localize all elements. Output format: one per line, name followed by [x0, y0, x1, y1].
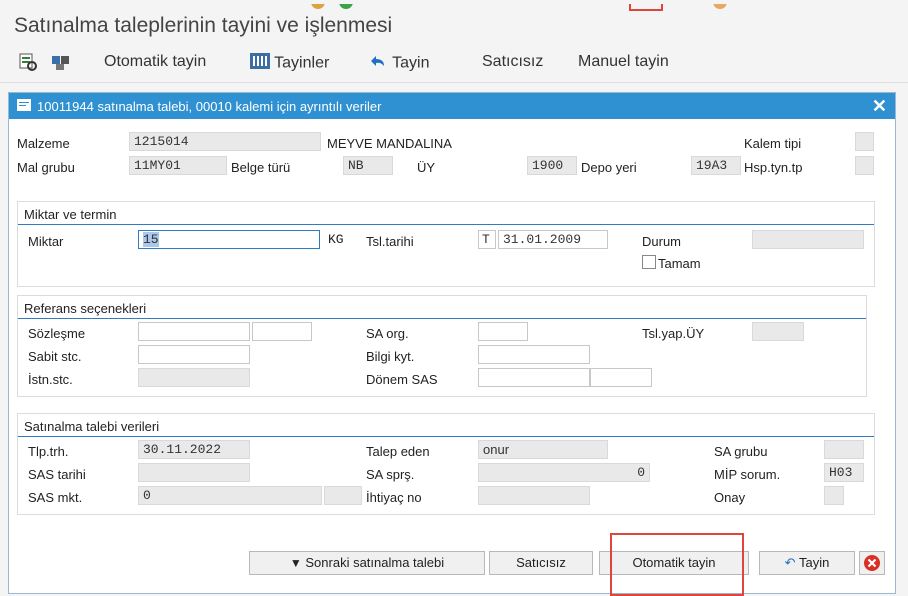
ihtiyac-no-field	[478, 486, 590, 505]
sonraki-label: Sonraki satınalma talebi	[305, 555, 445, 570]
dialog-title: 10011944 satınalma talebi, 00010 kalemi …	[37, 99, 382, 114]
tsl-tarihi-field[interactable]: 31.01.2009	[498, 230, 608, 249]
undo-icon	[368, 53, 388, 74]
belge-turu-field: NB	[343, 156, 393, 175]
close-icon[interactable]: ✕	[872, 96, 887, 117]
tsl-tarihi-label: Tsl.tarihi	[366, 234, 414, 249]
sa-sprs-field: 0	[478, 463, 650, 482]
sa-org-field[interactable]	[478, 322, 528, 341]
sa-sprs-label: SA sprş.	[366, 467, 415, 482]
sozlesme-item-field[interactable]	[252, 322, 312, 341]
cancel-icon	[864, 555, 880, 571]
tayin-button[interactable]: ↶ Tayin	[759, 551, 855, 575]
sonraki-satinalma-talebi-button[interactable]: ▼ Sonraki satınalma talebi	[249, 551, 485, 575]
group-divider	[18, 436, 874, 437]
sabit-stc-label: Sabit stc.	[28, 349, 82, 364]
cancel-button[interactable]	[859, 551, 885, 575]
toolbar-saticisiz[interactable]: Satıcısız	[482, 53, 543, 71]
ihtiyac-no-label: İhtiyaç no	[366, 490, 422, 505]
display-icon[interactable]	[18, 52, 38, 77]
durum-field	[752, 230, 864, 249]
referans-secenekleri-group: Referans seçenekleri Sözleşme Sabit stc.…	[17, 295, 867, 397]
belge-turu-label: Belge türü	[231, 160, 291, 175]
sa-grubu-field	[824, 440, 864, 459]
group-title: Satınalma talebi verileri	[24, 419, 160, 434]
group-title: Miktar ve termin	[24, 207, 117, 222]
document-icon	[17, 99, 31, 111]
toolbar-tayinler-label: Tayinler	[274, 54, 330, 72]
mal-grubu-label: Mal grubu	[17, 160, 75, 175]
sa-grubu-label: SA grubu	[714, 444, 768, 459]
toolbar-divider	[0, 82, 908, 83]
uy-field: 1900	[527, 156, 577, 175]
bilgi-kyt-label: Bilgi kyt.	[366, 349, 415, 364]
undo-icon: ↶	[784, 555, 796, 570]
talep-eden-field: onur	[478, 440, 608, 459]
page-title: Satınalma taleplerinin tayini ve işlenme…	[14, 14, 393, 37]
miktar-label: Miktar	[28, 234, 64, 249]
hsp-tyn-tp-label: Hsp.tyn.tp	[744, 160, 803, 175]
triangle-down-icon: ▼	[289, 556, 302, 570]
tlp-trh-label: Tlp.trh.	[28, 444, 69, 459]
sas-mkt-label: SAS mkt.	[28, 490, 83, 505]
puzzle-icon[interactable]	[50, 52, 72, 77]
list-icon	[250, 53, 270, 74]
donem-sas-field[interactable]	[478, 368, 590, 387]
saticisiz-button[interactable]: Satıcısız	[489, 551, 593, 575]
tsl-yap-uy-label: Tsl.yap.ÜY	[642, 326, 705, 341]
miktar-termin-group: Miktar ve termin Miktar 15 KG Tsl.tarihi…	[17, 201, 875, 287]
depo-yeri-label: Depo yeri	[581, 160, 637, 175]
tamam-checkbox[interactable]	[642, 255, 656, 269]
onay-label: Onay	[714, 490, 746, 505]
sozlesme-label: Sözleşme	[28, 326, 86, 341]
bilgi-kyt-field[interactable]	[478, 345, 590, 364]
sa-org-label: SA org.	[366, 326, 409, 341]
kalem-tipi-label: Kalem tipi	[744, 136, 802, 151]
talep-eden-label: Talep eden	[366, 444, 430, 459]
dialog-header: 10011944 satınalma talebi, 00010 kalemi …	[9, 93, 895, 119]
sas-tarihi-label: SAS tarihi	[28, 467, 86, 482]
onay-field	[824, 486, 844, 505]
group-divider	[18, 318, 866, 319]
toolbar-manuel-tayin[interactable]: Manuel tayin	[578, 53, 669, 71]
window-top-strip	[0, 0, 908, 11]
sozlesme-field[interactable]	[138, 322, 250, 341]
toolbar-tayin[interactable]: Tayin	[368, 53, 430, 74]
durum-label: Durum	[642, 234, 682, 249]
tlp-trh-field: 30.11.2022	[138, 440, 250, 459]
detail-dialog: 10011944 satınalma talebi, 00010 kalemi …	[8, 92, 896, 596]
mip-sorum-label: MİP sorum.	[714, 467, 781, 482]
sas-tarihi-field	[138, 463, 250, 482]
istn-stc-label: İstn.stc.	[28, 372, 73, 387]
satinalma-talebi-verileri-group: Satınalma talebi verileri Tlp.trh. 30.11…	[17, 413, 875, 515]
tamam-label: Tamam	[658, 256, 701, 271]
mal-grubu-field: 11MY01	[129, 156, 227, 175]
malzeme-description: MEYVE MANDALINA	[327, 136, 452, 151]
sas-mkt-field: 0	[138, 486, 322, 505]
miktar-field[interactable]: 15	[138, 230, 320, 249]
group-title: Referans seçenekleri	[24, 301, 147, 316]
sabit-stc-field[interactable]	[138, 345, 250, 364]
tsl-yap-uy-field	[752, 322, 804, 341]
unit-label: KG	[328, 232, 344, 247]
tsl-tarihi-type-field[interactable]: T	[478, 230, 496, 249]
mip-sorum-field: H03	[824, 463, 864, 482]
toolbar-otomatik-tayin[interactable]: Otomatik tayin	[104, 53, 206, 71]
malzeme-field: 1215014	[129, 132, 321, 151]
kalem-tipi-field	[855, 132, 874, 151]
malzeme-label: Malzeme	[17, 136, 70, 151]
toolbar-tayin-label: Tayin	[392, 54, 430, 72]
toolbar-tayinler[interactable]: Tayinler	[250, 53, 329, 74]
tayin-label: Tayin	[798, 555, 830, 570]
depo-yeri-field: 19A3	[691, 156, 741, 175]
donem-sas-label: Dönem SAS	[366, 372, 438, 387]
highlight-annotation	[610, 533, 744, 596]
uy-label: ÜY	[417, 160, 436, 175]
group-divider	[18, 224, 874, 225]
istn-stc-field	[138, 368, 250, 387]
hsp-tyn-tp-field	[855, 156, 874, 175]
donem-sas-item-field[interactable]	[590, 368, 652, 387]
miktar-value: 15	[143, 232, 159, 247]
sas-mkt-unit-field	[324, 486, 362, 505]
